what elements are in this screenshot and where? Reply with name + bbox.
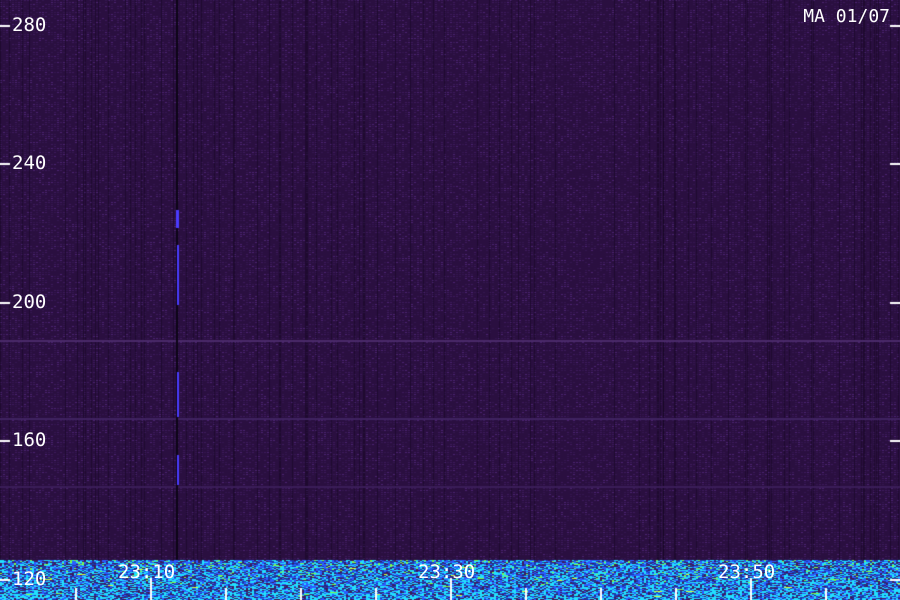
spectrogram-canvas [0,0,900,600]
y-tick-label-160: 160 [12,429,47,451]
x-tick-label-2330: 23:30 [418,561,476,583]
spectrogram-panel: MA 01/07 280 240 200 160 120 23:10 23:30… [0,0,900,600]
x-tick-label-2350: 23:50 [718,561,776,583]
y-tick-label-240: 240 [12,152,47,174]
y-tick-label-280: 280 [12,14,47,36]
y-tick-label-120: 120 [12,568,47,590]
x-tick-label-2310: 23:10 [118,561,176,583]
station-date-label: MA 01/07 [803,6,890,27]
y-tick-label-200: 200 [12,291,47,313]
